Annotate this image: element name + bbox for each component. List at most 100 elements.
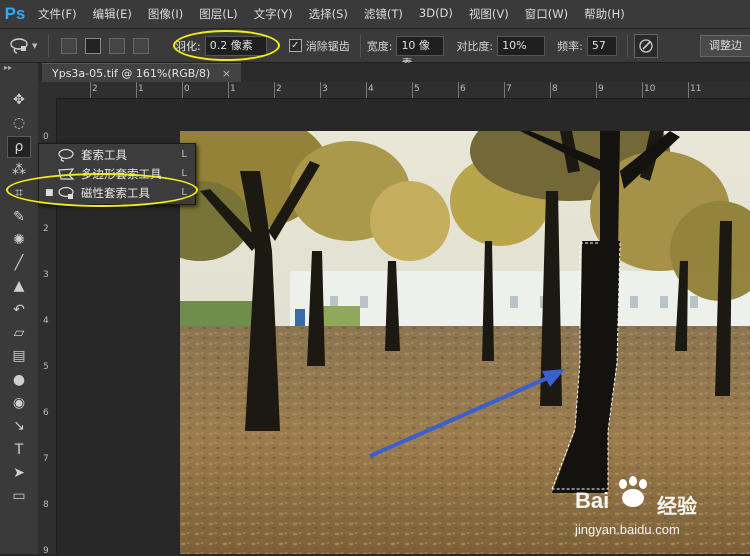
paw-logo xyxy=(619,476,647,507)
ruler-tick-label: 2 xyxy=(43,224,49,234)
ruler-tick xyxy=(136,82,137,98)
tablet-pressure-button[interactable] xyxy=(633,33,658,58)
menu-item[interactable]: 3D(D) xyxy=(411,6,461,22)
antialias-checkbox[interactable]: ✓ xyxy=(288,39,302,52)
ruler-tick-label: 1 xyxy=(138,84,144,94)
tool-preset-picker[interactable]: ▼ xyxy=(8,35,42,57)
ruler-tick-label: 10 xyxy=(644,84,656,94)
ruler-tick xyxy=(412,82,413,98)
ruler-tick-label: 8 xyxy=(43,500,49,510)
chevron-down-icon: ▼ xyxy=(32,41,38,50)
type-icon[interactable]: T xyxy=(7,439,31,461)
path-select-icon[interactable]: ➤ xyxy=(7,462,31,484)
ruler-tick xyxy=(228,82,229,98)
panel-collapse-icon[interactable]: ▸▸ xyxy=(4,63,12,72)
width-label: 宽度: xyxy=(366,39,393,53)
shape-icon[interactable]: ▭ xyxy=(7,485,31,507)
ruler-tick-label: 5 xyxy=(414,84,420,94)
divider xyxy=(48,34,49,57)
history-brush-icon[interactable]: ↶ xyxy=(7,299,31,321)
blur-icon[interactable]: ● xyxy=(7,369,31,391)
lasso-icon[interactable]: ρ xyxy=(7,135,31,158)
pen-icon[interactable]: ↘ xyxy=(7,415,31,437)
ruler-tick-label: 0 xyxy=(184,84,190,94)
polygon-lasso-icon xyxy=(57,167,75,181)
feather-input[interactable]: 0.2 像素 xyxy=(204,35,267,56)
ruler-tick xyxy=(182,82,183,98)
marquee-icon[interactable]: ◌ xyxy=(7,112,31,134)
ruler-tick-label: 0 xyxy=(43,132,49,142)
options-bar: ▼ 羽化: 0.2 像素 ✓ 消除锯齿 宽度: 10 像素 对比度: 10% 频… xyxy=(0,29,750,70)
crop-icon[interactable]: ⌗ xyxy=(7,182,31,204)
ruler-tick xyxy=(550,82,551,98)
menu-item[interactable]: 滤镜(T) xyxy=(356,6,411,22)
ruler-tick-label: 7 xyxy=(43,454,49,464)
eyedropper-icon[interactable]: ✎ xyxy=(7,206,31,228)
flyout-item-label: 套索工具 xyxy=(81,147,127,162)
flyout-item-label: 磁性套索工具 xyxy=(81,185,150,200)
divider xyxy=(626,34,628,57)
frequency-input[interactable]: 57 xyxy=(586,35,617,56)
move-icon[interactable]: ✥ xyxy=(7,89,31,111)
brush-icon[interactable]: ╱ xyxy=(7,252,31,274)
ruler-tick-label: 7 xyxy=(506,84,512,94)
menu-item[interactable]: 编辑(E) xyxy=(85,6,140,22)
menu-item[interactable]: 帮助(H) xyxy=(576,6,633,22)
add-to-selection-button[interactable] xyxy=(85,37,101,54)
ruler-horizontal: 2 1 0 1 2 3 4 5 6 7 8 9 10 11 xyxy=(56,82,750,99)
shortcut-key: L xyxy=(181,168,187,179)
menu-item[interactable]: 图层(L) xyxy=(191,6,245,22)
ruler-tick xyxy=(596,82,597,98)
flyout-item-magnetic-lasso[interactable]: ■ 磁性套索工具 L xyxy=(39,183,195,202)
dodge-icon[interactable]: ◉ xyxy=(7,392,31,414)
magic-wand-icon[interactable]: ⁂ xyxy=(7,159,31,181)
ruler-tick-label: 2 xyxy=(276,84,282,94)
contrast-label: 对比度: xyxy=(456,39,494,53)
divider xyxy=(359,34,361,57)
selected-bullet-icon: ■ xyxy=(45,187,54,198)
width-input[interactable]: 10 像素 xyxy=(396,35,445,70)
eraser-icon[interactable]: ▱ xyxy=(7,322,31,344)
ruler-tick xyxy=(366,82,367,98)
ruler-corner xyxy=(38,82,56,98)
ruler-tick xyxy=(642,82,643,98)
shortcut-key: L xyxy=(181,187,187,198)
intersect-selection-button[interactable] xyxy=(133,37,149,54)
menu-item[interactable]: 窗口(W) xyxy=(517,6,576,22)
contrast-input[interactable]: 10% xyxy=(497,35,546,56)
ruler-tick xyxy=(320,82,321,98)
stamp-icon[interactable]: ▲ xyxy=(7,275,31,297)
lasso-icon xyxy=(57,148,75,162)
flyout-item-lasso[interactable]: 套索工具 L xyxy=(39,145,195,164)
new-selection-button[interactable] xyxy=(61,37,77,54)
gradient-icon[interactable]: ▤ xyxy=(7,345,31,367)
close-icon[interactable]: × xyxy=(222,67,231,80)
menu-item[interactable]: 文件(F) xyxy=(30,6,85,22)
ruler-tick-label: 6 xyxy=(43,408,49,418)
flyout-item-label: 多边形套索工具 xyxy=(81,166,162,181)
refine-edge-button[interactable]: 调整边 xyxy=(700,35,750,57)
ruler-tick xyxy=(458,82,459,98)
ruler-tick-label: 1 xyxy=(230,84,236,94)
menu-item[interactable]: 图像(I) xyxy=(140,6,191,22)
ruler-tick-label: 4 xyxy=(368,84,374,94)
menu-item[interactable]: 视图(V) xyxy=(461,6,517,22)
menu-item[interactable]: 选择(S) xyxy=(301,6,356,22)
magnetic-lasso-icon xyxy=(10,37,28,54)
ruler-tick-label: 3 xyxy=(43,270,49,280)
flyout-item-polygon-lasso[interactable]: 多边形套索工具 L xyxy=(39,164,195,183)
tools-panel: ▸▸ ✥ ◌ ρ ⁂ ⌗ ✎ ✺ ╱ ▲ ↶ ▱ ▤ ● ◉ ↘ T ➤ ▭ xyxy=(0,63,39,554)
watermark-brand-cn: 经验 xyxy=(657,494,697,518)
ruler-tick-label: 2 xyxy=(92,84,98,94)
baidu-watermark: Bai 经验 jingyan.baidu.com xyxy=(575,474,750,554)
lasso-tools-flyout: 套索工具 L 多边形套索工具 L ■ 磁性套索工具 L xyxy=(38,143,196,205)
photoshop-logo: Ps xyxy=(4,4,26,23)
subtract-from-selection-button[interactable] xyxy=(109,37,125,54)
document-tab[interactable]: Yps3a-05.tif @ 161%(RGB/8) × xyxy=(42,63,242,83)
ruler-tick xyxy=(90,82,91,98)
feather-label: 羽化: xyxy=(175,39,201,53)
healing-icon[interactable]: ✺ xyxy=(7,229,31,251)
magnetic-lasso-icon xyxy=(57,186,75,200)
menu-item[interactable]: 文字(Y) xyxy=(246,6,301,22)
frequency-label: 频率: xyxy=(557,39,583,53)
